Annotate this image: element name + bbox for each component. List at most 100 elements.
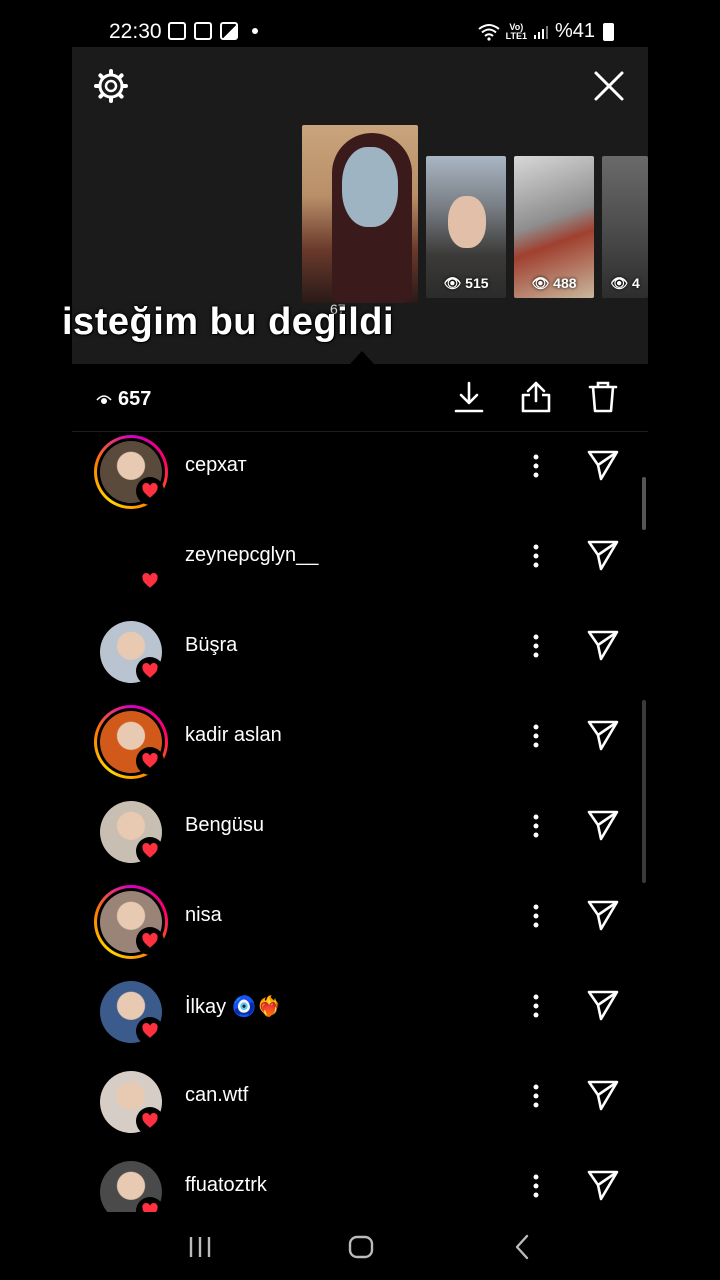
viewer-row[interactable]: Bengüsu — [72, 792, 648, 882]
home-icon[interactable] — [346, 1232, 376, 1262]
thumbnail-views: 👁 488 — [514, 275, 594, 292]
heart-badge — [136, 477, 164, 505]
recent-apps-icon[interactable] — [186, 1232, 216, 1262]
thumbnail-views-value: 515 — [465, 275, 489, 291]
viewer-list[interactable]: серхат zeynepcglyn__ Büşra kadir aslan B… — [72, 432, 648, 1212]
story-thumbnail[interactable]: 👁 515 — [426, 156, 506, 298]
avatar-container[interactable] — [94, 1065, 168, 1139]
heart-badge — [136, 927, 164, 955]
more-options-icon[interactable] — [528, 632, 544, 660]
send-icon[interactable] — [586, 898, 620, 932]
username[interactable]: can.wtf — [185, 1084, 248, 1107]
gallery-icon — [220, 22, 238, 40]
avatar-container[interactable] — [94, 525, 168, 599]
overlay-caption: isteğim bu degildi — [62, 301, 395, 343]
battery-percent: %41 — [554, 20, 595, 42]
trash-icon[interactable] — [586, 380, 620, 414]
avatar-container[interactable] — [94, 435, 168, 509]
avatar-container[interactable] — [94, 975, 168, 1049]
send-icon[interactable] — [586, 988, 620, 1022]
more-options-icon[interactable] — [528, 1172, 544, 1200]
thumbnail-views-value: 488 — [553, 275, 577, 291]
send-icon[interactable] — [586, 808, 620, 842]
heart-badge — [136, 1107, 164, 1135]
screenshot-icon — [168, 22, 186, 40]
avatar-container[interactable] — [94, 885, 168, 959]
eye-icon: 👁 — [531, 275, 550, 291]
username[interactable]: Büşra — [185, 634, 237, 657]
signal-icon — [533, 25, 548, 39]
more-options-icon[interactable] — [528, 452, 544, 480]
volte-icon: Vo) LTE1 — [505, 21, 527, 41]
avatar-container[interactable] — [94, 705, 168, 779]
navigation-bar — [0, 1212, 720, 1280]
heart-icon — [142, 482, 158, 498]
viewer-row[interactable]: ffuatoztrk — [72, 1152, 648, 1212]
heart-icon — [142, 1022, 158, 1038]
viewer-row[interactable]: nisa — [72, 882, 648, 972]
avatar-container[interactable] — [94, 615, 168, 689]
viewer-row[interactable]: Büşra — [72, 612, 648, 702]
avatar-container[interactable] — [94, 795, 168, 869]
username[interactable]: zeynepcglyn__ — [185, 544, 318, 567]
battery-icon — [603, 22, 614, 41]
story-actions-bar: 657 — [72, 364, 648, 432]
viewer-row[interactable]: серхат — [72, 432, 648, 522]
story-thumbnails-panel: 👁 515 👁 488 👁 4 67 isteğim bu degildi — [62, 47, 648, 364]
story-thumbnail[interactable]: 👁 488 — [514, 156, 594, 298]
heart-icon — [142, 932, 158, 948]
heart-icon — [142, 1112, 158, 1128]
status-time: 22:30 — [109, 20, 162, 43]
username[interactable]: İlkay 🧿❤️‍🔥 — [185, 994, 281, 1019]
back-icon[interactable] — [507, 1232, 537, 1262]
close-icon[interactable] — [592, 69, 626, 103]
scrollbar[interactable] — [642, 477, 646, 530]
screenshot-icon — [194, 22, 212, 40]
status-system-icons: Vo) LTE1 %41 — [478, 20, 614, 43]
heart-badge — [136, 747, 164, 775]
heart-icon — [142, 842, 158, 858]
view-count: 657 — [96, 388, 151, 411]
heart-icon — [142, 752, 158, 768]
story-thumbnail[interactable]: 👁 4 — [602, 156, 648, 298]
username[interactable]: серхат — [185, 454, 247, 477]
gear-icon[interactable] — [94, 69, 128, 103]
eye-icon — [96, 394, 112, 404]
heart-icon — [142, 662, 158, 678]
username[interactable]: nisa — [185, 904, 222, 927]
viewer-row[interactable]: İlkay 🧿❤️‍🔥 — [72, 972, 648, 1062]
more-options-icon[interactable] — [528, 722, 544, 750]
eye-icon: 👁 — [610, 275, 629, 291]
send-icon[interactable] — [586, 628, 620, 662]
view-count-value: 657 — [118, 388, 152, 410]
username[interactable]: ffuatoztrk — [185, 1174, 267, 1197]
username[interactable]: Bengüsu — [185, 814, 264, 837]
thumbnail-views: 👁 4 — [602, 275, 648, 292]
avatar-container[interactable] — [94, 1155, 168, 1212]
send-icon[interactable] — [586, 718, 620, 752]
viewer-row[interactable]: zeynepcglyn__ — [72, 522, 648, 612]
viewer-row[interactable]: kadir aslan — [72, 702, 648, 792]
send-icon[interactable] — [586, 448, 620, 482]
scrollbar-track — [642, 700, 646, 883]
send-icon[interactable] — [586, 1168, 620, 1202]
story-thumbnail-selected[interactable] — [302, 125, 418, 303]
thumbnail-image-face — [342, 147, 398, 227]
username[interactable]: kadir aslan — [185, 724, 282, 747]
heart-badge — [136, 567, 164, 595]
send-icon[interactable] — [586, 538, 620, 572]
download-icon[interactable] — [452, 380, 486, 414]
more-options-icon[interactable] — [528, 992, 544, 1020]
thumbnail-image-face — [448, 196, 486, 248]
thumbnail-views-value: 4 — [631, 275, 640, 291]
thumbnail-views: 👁 515 — [426, 275, 506, 292]
more-options-icon[interactable] — [528, 542, 544, 570]
share-icon[interactable] — [519, 380, 553, 414]
send-icon[interactable] — [586, 1078, 620, 1112]
heart-badge — [136, 657, 164, 685]
heart-icon — [142, 572, 158, 588]
more-options-icon[interactable] — [528, 902, 544, 930]
more-options-icon[interactable] — [528, 1082, 544, 1110]
viewer-row[interactable]: can.wtf — [72, 1062, 648, 1152]
more-options-icon[interactable] — [528, 812, 544, 840]
